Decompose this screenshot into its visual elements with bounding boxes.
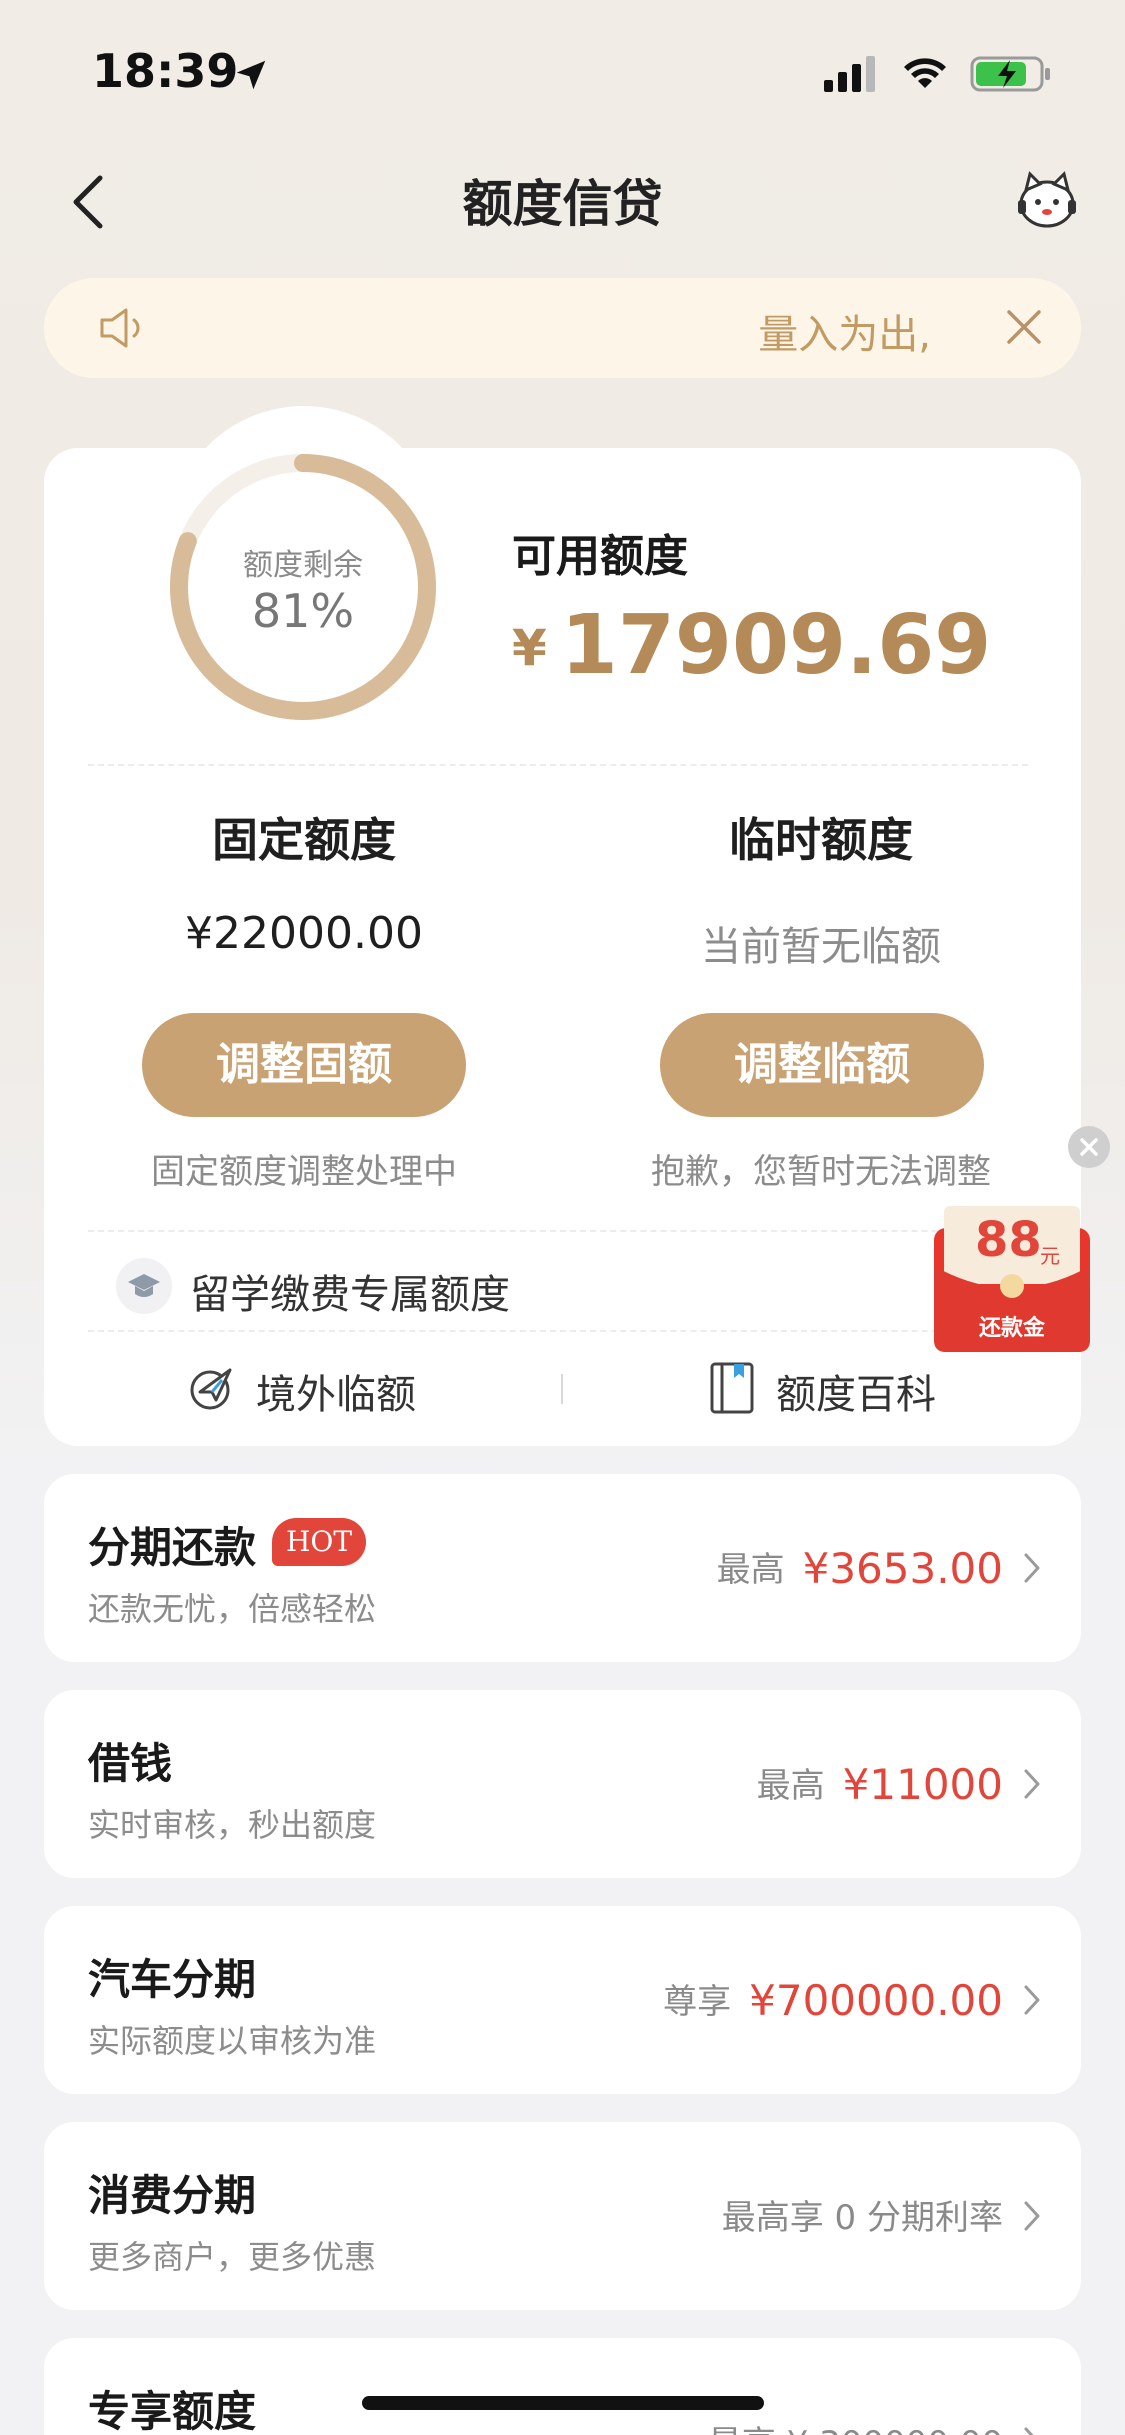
- ring-percent: 81%: [251, 584, 355, 638]
- mascot-service-icon[interactable]: [1012, 164, 1082, 234]
- overseas-plane-icon: [190, 1368, 232, 1410]
- ring-label: 额度剩余: [243, 548, 363, 583]
- row-subtitle: 实际额度以审核为准: [88, 2022, 377, 2060]
- status-time: 18:39: [92, 44, 239, 98]
- row-limit: 最高 ¥3653.00: [717, 1542, 1003, 1593]
- quota-wiki-link[interactable]: 额度百科: [776, 1362, 936, 1420]
- product-row-installment-repay[interactable]: 分期还款 HOT 还款无忧，倍感轻松 最高 ¥3653.00: [44, 1474, 1081, 1662]
- home-indicator: [362, 2396, 764, 2410]
- envelope-amount: 88: [975, 1212, 1042, 1268]
- chevron-right-icon: [1024, 1769, 1040, 1799]
- temp-quota-value: 当前暂无临额: [701, 924, 941, 970]
- fixed-quota-title: 固定额度: [212, 813, 396, 867]
- notice-text: 量入为出,: [758, 312, 931, 358]
- row-limit: 最高享 0 分期利率: [722, 2190, 1003, 2239]
- navigation-bar: 额度信贷: [0, 150, 1125, 250]
- speaker-icon: [100, 308, 140, 348]
- currency-symbol: ¥: [512, 619, 547, 677]
- row-limit: 尊享 ¥700000.00: [663, 1974, 1003, 2025]
- row-limit: 最高 ¥11000: [757, 1758, 1003, 1809]
- envelope-close-button[interactable]: [1068, 1126, 1110, 1168]
- row-limit: 最高 ¥ 300000.00: [708, 2416, 1003, 2435]
- envelope-label: 还款金: [978, 1316, 1045, 1341]
- row-title: 汽车分期: [88, 1955, 257, 2004]
- status-bar: 18:39: [0, 0, 1125, 140]
- chevron-right-icon: [1024, 1985, 1040, 2015]
- row-subtitle: 实时审核，秒出额度: [88, 1806, 377, 1844]
- row-limit-amount: ¥700000.00: [749, 1976, 1003, 2025]
- row-title: 分期还款: [88, 1523, 257, 1572]
- row-limit-prefix: 最高: [716, 1550, 785, 1590]
- row-limit-amount: ¥11000: [842, 1760, 1003, 1809]
- product-row-exclusive-quota[interactable]: 专享额度 最高 ¥ 300000.00: [44, 2338, 1081, 2435]
- graduation-cap-icon: [116, 1258, 172, 1314]
- row-limit-prefix: 最高 ¥ 300000.00: [708, 2424, 1003, 2435]
- divider: [88, 1230, 1028, 1232]
- hot-badge: HOT: [272, 1518, 367, 1566]
- product-row-consumer-installment[interactable]: 消费分期 更多商户，更多优惠 最高享 0 分期利率: [44, 2122, 1081, 2310]
- temp-quota-note: 抱歉，您暂时无法调整: [651, 1152, 991, 1192]
- row-title: 借钱: [88, 1739, 173, 1788]
- divider: [561, 1374, 563, 1404]
- available-quota-amount: ¥17909.69: [512, 598, 991, 693]
- book-icon: [710, 1362, 754, 1414]
- row-limit-amount: ¥3653.00: [802, 1544, 1003, 1593]
- row-limit-prefix: 最高享 0 分期利率: [721, 2198, 1003, 2238]
- row-title: 消费分期: [88, 2171, 257, 2220]
- wifi-icon: [904, 58, 946, 88]
- notice-banner: 量入为出,: [44, 278, 1081, 378]
- close-icon[interactable]: [1003, 306, 1045, 348]
- chevron-right-icon: [1024, 2201, 1040, 2231]
- row-subtitle: 还款无忧，倍感轻松: [88, 1590, 377, 1628]
- product-row-car-installment[interactable]: 汽车分期 实际额度以审核为准 尊享 ¥700000.00: [44, 1906, 1081, 2094]
- row-limit-prefix: 最高: [756, 1766, 825, 1806]
- envelope-unit: 元: [1040, 1244, 1060, 1268]
- chevron-right-icon: [1024, 1553, 1040, 1583]
- page-title: 额度信贷: [462, 175, 663, 233]
- row-title: 专享额度: [88, 2387, 257, 2435]
- fixed-quota-note: 固定额度调整处理中: [151, 1152, 457, 1192]
- divider: [88, 1330, 1028, 1332]
- divider: [88, 764, 1028, 766]
- close-icon: [1080, 1138, 1098, 1156]
- available-quota-label: 可用额度: [512, 531, 688, 582]
- battery-charging-icon: [970, 56, 1050, 92]
- overseas-temp-quota-link[interactable]: 境外临额: [256, 1362, 416, 1420]
- available-amount-value: 17909.69: [560, 598, 992, 693]
- study-abroad-quota-link[interactable]: 留学缴费专属额度: [190, 1262, 510, 1320]
- temp-quota-title: 临时额度: [729, 813, 913, 867]
- location-arrow-icon: [236, 60, 266, 90]
- adjust-temp-quota-button[interactable]: 调整临额: [660, 1013, 984, 1117]
- row-subtitle: 更多商户，更多优惠: [88, 2238, 377, 2276]
- product-row-borrow[interactable]: 借钱 实时审核，秒出额度 最高 ¥11000: [44, 1690, 1081, 1878]
- adjust-fixed-quota-button[interactable]: 调整固额: [142, 1013, 466, 1117]
- cellular-signal-icon: [824, 56, 875, 92]
- row-limit-prefix: 尊享: [663, 1982, 732, 2022]
- fixed-quota-value: ¥22000.00: [185, 908, 423, 959]
- chevron-right-icon: [1024, 2427, 1034, 2435]
